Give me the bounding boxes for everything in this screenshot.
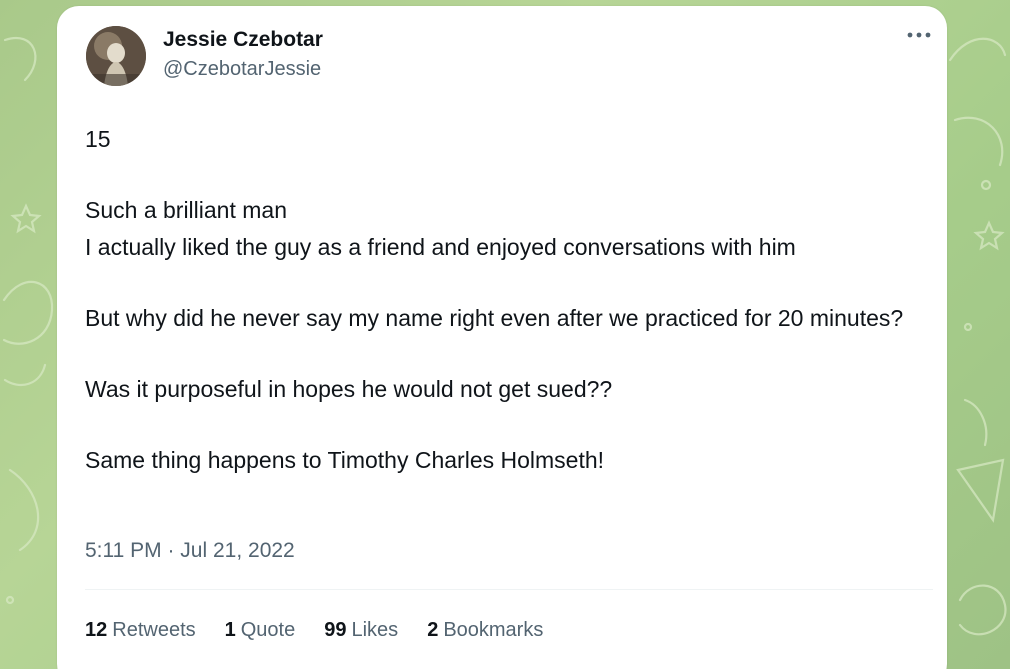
stat-count: 2 [427, 619, 439, 641]
stat-label: Retweets [112, 619, 196, 641]
bookmarks-stat[interactable]: 2 Bookmarks [427, 619, 543, 642]
tweet-line: Such a brilliant man [85, 197, 287, 223]
stat-count: 1 [224, 619, 236, 641]
tweet-timestamp[interactable]: 5:11 PM · Jul 21, 2022 [85, 539, 295, 563]
tweet-card: Jessie Czebotar @CzebotarJessie 15 Such … [57, 6, 947, 669]
stat-count: 99 [324, 619, 347, 641]
stat-label: Likes [351, 619, 399, 641]
author-name[interactable]: Jessie Czebotar [163, 28, 323, 52]
quotes-stat[interactable]: 1 Quote [225, 619, 296, 642]
divider [85, 589, 933, 590]
likes-stat[interactable]: 99 Likes [324, 619, 398, 642]
stat-count: 12 [85, 619, 108, 641]
engagement-stats: 12 Retweets 1 Quote 99 Likes 2 Bookmarks [85, 619, 572, 642]
tweet-line: I actually liked the guy as a friend and… [85, 234, 796, 260]
tweet-line: Same thing happens to Timothy Charles Ho… [85, 447, 605, 473]
retweets-stat[interactable]: 12 Retweets [85, 619, 196, 642]
author-handle[interactable]: @CzebotarJessie [163, 58, 321, 81]
avatar[interactable] [86, 26, 146, 86]
tweet-line: 15 [85, 126, 111, 152]
stat-label: Quote [240, 619, 296, 641]
more-options-icon[interactable] [905, 26, 933, 46]
tweet-line: But why did he never say my name right e… [85, 305, 904, 331]
stat-label: Bookmarks [443, 619, 544, 641]
avatar-photo [86, 26, 146, 86]
tweet-line: Was it purposeful in hopes he would not … [85, 376, 613, 402]
tweet-text: 15 Such a brilliant man I actually liked… [85, 121, 925, 479]
